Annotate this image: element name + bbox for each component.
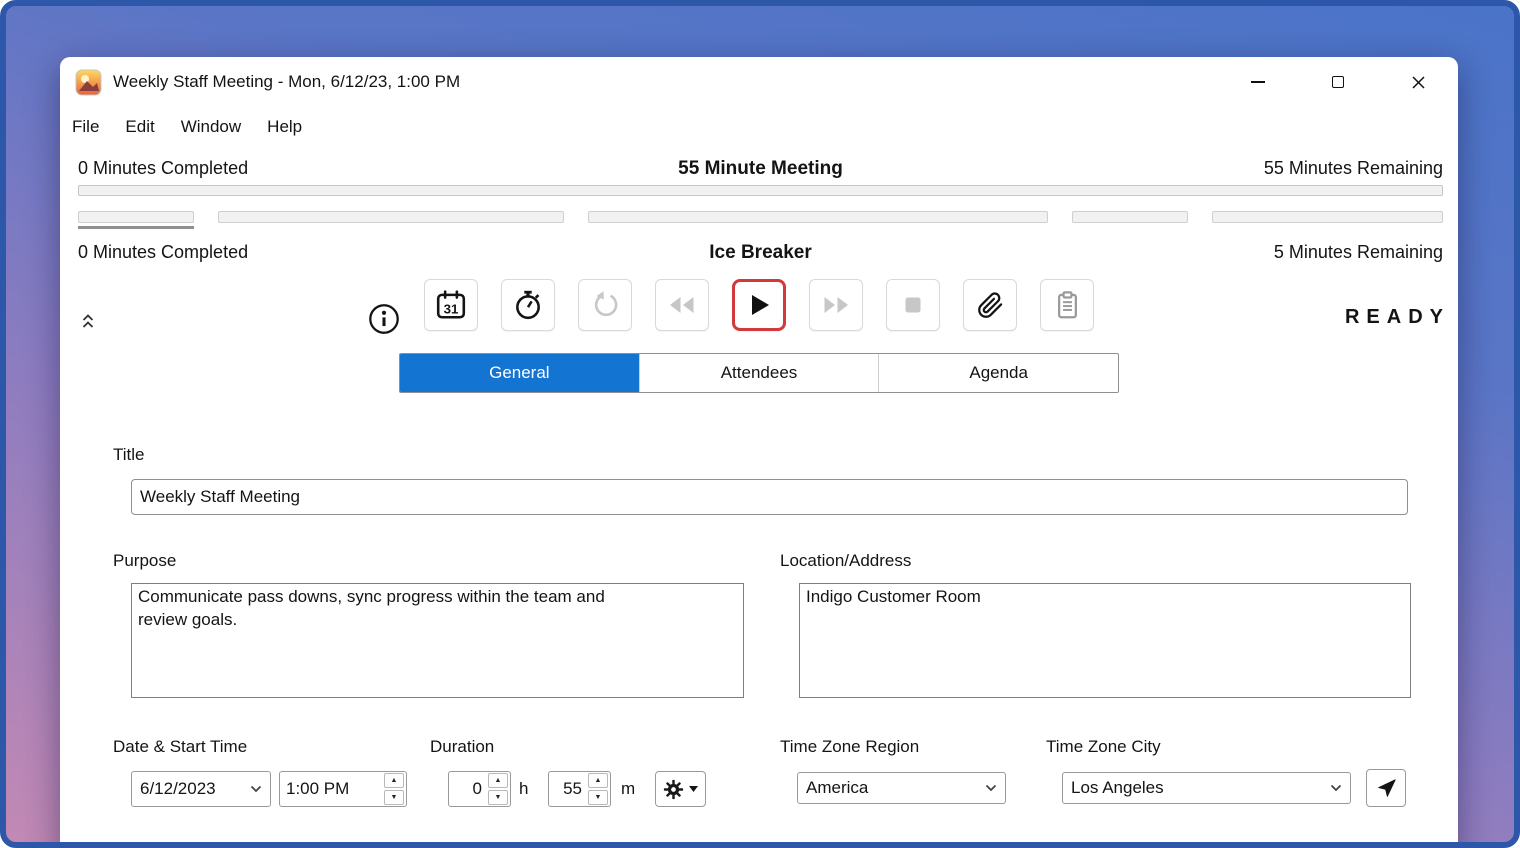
attachment-button[interactable] (963, 279, 1017, 331)
agenda-segment-1[interactable] (78, 211, 194, 223)
time-spin-down-icon[interactable]: ▼ (384, 790, 404, 805)
minutes-unit-label: m (621, 779, 635, 799)
play-button[interactable] (732, 279, 786, 331)
menu-window[interactable]: Window (168, 117, 254, 137)
hours-spin-up-icon[interactable]: ▲ (488, 773, 508, 788)
agenda-completed-label: 0 Minutes Completed (78, 242, 533, 264)
date-value: 6/12/2023 (140, 779, 216, 799)
tz-city-label: Time Zone City (1046, 737, 1161, 757)
rewind-button[interactable] (655, 279, 709, 331)
locate-timezone-button[interactable] (1366, 769, 1406, 807)
menu-bar: File Edit Window Help (60, 107, 315, 147)
calendar-day-number: 31 (444, 302, 459, 317)
calendar-button[interactable]: 31 (424, 279, 478, 331)
tab-bar: General Attendees Agenda (399, 353, 1119, 393)
minutes-spin-down-icon[interactable]: ▼ (588, 790, 608, 805)
agenda-segment-3[interactable] (588, 211, 1048, 223)
stop-button[interactable] (886, 279, 940, 331)
agenda-progress-segments (78, 211, 1443, 223)
paperclip-icon (977, 292, 1004, 319)
fast-forward-icon (822, 295, 850, 315)
duration-minutes-spinner[interactable]: 55 ▲ ▼ (548, 771, 611, 807)
dropdown-caret-icon (689, 786, 698, 792)
agenda-segment-2[interactable] (218, 211, 563, 223)
menu-edit[interactable]: Edit (112, 117, 167, 137)
maximize-button[interactable] (1298, 57, 1378, 107)
start-time-spinner[interactable]: 1:00 PM ▲ ▼ (279, 771, 407, 807)
chevron-down-icon (1330, 784, 1342, 792)
duration-hours-spinner[interactable]: 0 ▲ ▼ (448, 771, 511, 807)
current-agenda-item-label: Ice Breaker (533, 242, 988, 264)
minimize-icon (1251, 81, 1265, 83)
title-label: Title (113, 445, 145, 465)
maximize-icon (1332, 76, 1344, 88)
tz-city-value: Los Angeles (1071, 778, 1164, 798)
tab-agenda[interactable]: Agenda (878, 354, 1118, 392)
overall-remaining-label: 55 Minutes Remaining (988, 158, 1443, 180)
hours-spin-down-icon[interactable]: ▼ (488, 790, 508, 805)
duration-settings-button[interactable] (655, 771, 706, 807)
minutes-spin-up-icon[interactable]: ▲ (588, 773, 608, 788)
duration-hours-value: 0 (449, 779, 488, 799)
purpose-label: Purpose (113, 551, 176, 571)
overall-progress-labels: 0 Minutes Completed 55 Minute Meeting 55… (78, 158, 1443, 180)
window-controls (1218, 57, 1458, 107)
agenda-progress-labels: 0 Minutes Completed Ice Breaker 5 Minute… (78, 242, 1443, 264)
tz-city-select[interactable]: Los Angeles (1062, 772, 1351, 804)
title-input[interactable] (131, 479, 1408, 515)
time-spin-up-icon[interactable]: ▲ (384, 773, 404, 788)
agenda-segment-5[interactable] (1212, 211, 1443, 223)
titlebar: Weekly Staff Meeting - Mon, 6/12/23, 1:0… (60, 57, 1458, 107)
desktop-background: Weekly Staff Meeting - Mon, 6/12/23, 1:0… (0, 0, 1520, 848)
tab-general[interactable]: General (400, 354, 639, 392)
navigation-arrow-icon (1376, 778, 1397, 799)
menu-file[interactable]: File (60, 117, 112, 137)
info-icon[interactable] (368, 303, 400, 335)
stopwatch-icon (512, 289, 544, 321)
hours-unit-label: h (519, 779, 528, 799)
notes-icon (1054, 291, 1081, 320)
menu-help[interactable]: Help (254, 117, 315, 137)
location-textarea[interactable]: Indigo Customer Room (799, 583, 1411, 698)
app-icon (75, 69, 102, 96)
tab-attendees[interactable]: Attendees (639, 354, 879, 392)
app-window: Weekly Staff Meeting - Mon, 6/12/23, 1:0… (60, 57, 1458, 848)
close-icon (1411, 75, 1426, 90)
stop-icon (903, 295, 923, 315)
chevron-down-icon (250, 785, 262, 793)
overall-progress-bar (78, 185, 1443, 196)
rewind-icon (668, 295, 696, 315)
minimize-button[interactable] (1218, 57, 1298, 107)
reset-icon (590, 290, 620, 320)
start-time-value: 1:00 PM (280, 779, 384, 799)
agenda-segment-4[interactable] (1072, 211, 1188, 223)
overall-completed-label: 0 Minutes Completed (78, 158, 533, 180)
toolbar: 31 (60, 279, 1458, 331)
reset-button[interactable] (578, 279, 632, 331)
date-select[interactable]: 6/12/2023 (131, 771, 271, 807)
play-icon (748, 293, 771, 317)
status-text: READY (1345, 306, 1450, 329)
duration-label: Duration (430, 737, 494, 757)
gear-icon (663, 779, 684, 800)
location-label: Location/Address (780, 551, 911, 571)
date-start-time-label: Date & Start Time (113, 737, 247, 757)
duration-minutes-value: 55 (549, 779, 588, 799)
tz-region-select[interactable]: America (797, 772, 1006, 804)
close-button[interactable] (1378, 57, 1458, 107)
meeting-length-label: 55 Minute Meeting (533, 158, 988, 180)
window-title: Weekly Staff Meeting - Mon, 6/12/23, 1:0… (113, 72, 460, 92)
agenda-remaining-label: 5 Minutes Remaining (988, 242, 1443, 264)
tz-region-label: Time Zone Region (780, 737, 919, 757)
timer-button[interactable] (501, 279, 555, 331)
notes-button[interactable] (1040, 279, 1094, 331)
fast-forward-button[interactable] (809, 279, 863, 331)
collapse-toolbar-icon[interactable] (82, 313, 94, 329)
chevron-down-icon (985, 784, 997, 792)
calendar-icon: 31 (435, 289, 467, 321)
tz-region-value: America (806, 778, 868, 798)
purpose-textarea[interactable]: Communicate pass downs, sync progress wi… (131, 583, 744, 698)
